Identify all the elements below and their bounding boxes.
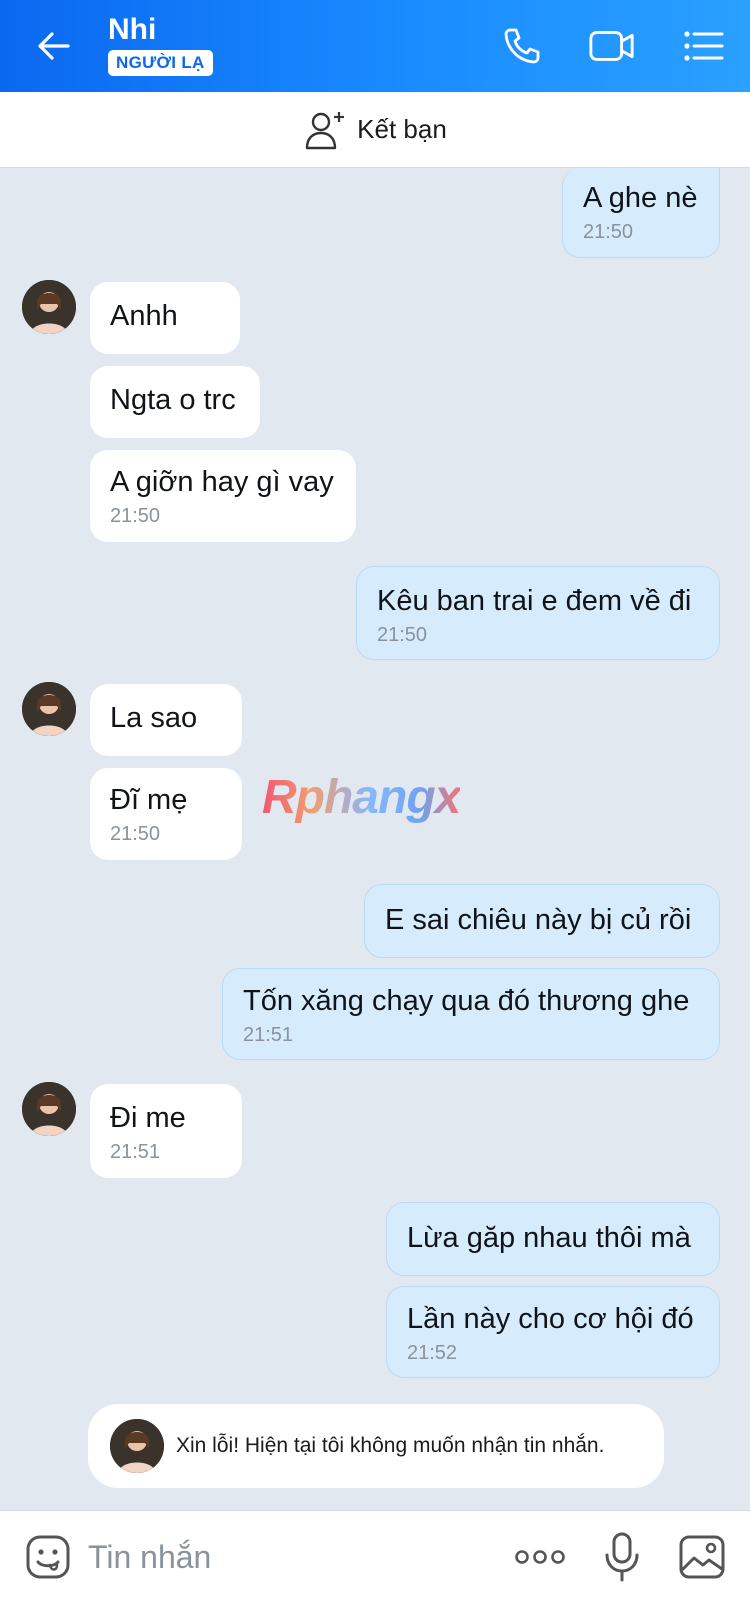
avatar-photo-icon <box>22 280 76 334</box>
back-button[interactable] <box>30 22 78 70</box>
message-text: Lừa găp nhau thôi mà <box>407 1222 691 1254</box>
menu-button[interactable] <box>680 22 728 70</box>
message-text: La sao <box>110 702 198 734</box>
contact-avatar[interactable] <box>22 682 76 736</box>
message-bubble-incoming[interactable]: A giỡn hay gì vay 21:50 <box>90 450 356 542</box>
message-text: Kêu ban trai e đem về đi <box>377 585 692 617</box>
message-text: Lần này cho cơ hội đó <box>407 1303 694 1335</box>
send-image-button[interactable] <box>676 1531 728 1583</box>
contact-avatar[interactable] <box>22 280 76 334</box>
auto-reply-notice: Xin lỗi! Hiện tại tôi không muốn nhận ti… <box>88 1404 664 1488</box>
add-friend-bar[interactable]: Kết bạn <box>0 92 750 168</box>
avatar-photo-icon <box>22 1082 76 1136</box>
message-text: Đĩ mẹ <box>110 784 188 816</box>
message-bubble-outgoing[interactable]: A ghe nè 21:50 <box>562 168 720 258</box>
message-time: 21:50 <box>110 823 161 845</box>
microphone-icon <box>605 1532 639 1582</box>
message-text: A giỡn hay gì vay <box>110 466 334 498</box>
video-camera-icon <box>589 31 634 61</box>
message-input-bar <box>0 1510 750 1600</box>
emoji-icon <box>26 1535 70 1579</box>
message-text: Ngta o trc <box>110 384 236 416</box>
emoji-button[interactable] <box>22 1531 74 1583</box>
message-time: 21:50 <box>110 505 161 527</box>
message-text: E sai chiêu này bị củ rồi <box>385 904 692 936</box>
contact-title[interactable]: Nhi NGƯỜI LẠ <box>108 12 213 76</box>
message-bubble-outgoing[interactable]: E sai chiêu này bị củ rồi <box>364 884 720 958</box>
message-text: Anhh <box>110 300 178 332</box>
message-time: 21:50 <box>377 624 428 646</box>
message-bubble-outgoing[interactable]: Tốn xăng chạy qua đó thương ghe 21:51 <box>222 968 720 1060</box>
message-time: 21:52 <box>407 1342 458 1364</box>
add-user-icon <box>305 111 345 149</box>
arrow-left-icon <box>38 32 70 60</box>
message-time: 21:51 <box>110 1141 161 1163</box>
video-call-button[interactable] <box>588 22 636 70</box>
phone-icon <box>504 28 540 64</box>
message-bubble-incoming[interactable]: La sao <box>90 684 242 756</box>
contact-name: Nhi <box>108 13 157 46</box>
voice-message-button[interactable] <box>596 1531 648 1583</box>
message-input[interactable] <box>88 1533 488 1581</box>
message-bubble-incoming[interactable]: Ngta o trc <box>90 366 260 438</box>
contact-avatar <box>110 1419 164 1473</box>
message-bubble-outgoing[interactable]: Lừa găp nhau thôi mà <box>386 1202 720 1276</box>
message-text: Đi me <box>110 1102 186 1134</box>
message-text: Tốn xăng chạy qua đó thương ghe <box>243 985 690 1017</box>
contact-avatar[interactable] <box>22 1082 76 1136</box>
more-dots-icon <box>515 1550 565 1564</box>
notice-text: Xin lỗi! Hiện tại tôi không muốn nhận ti… <box>176 1434 605 1457</box>
message-bubble-incoming[interactable]: Đĩ mẹ 21:50 <box>90 768 242 860</box>
message-bubble-incoming[interactable]: Đi me 21:51 <box>90 1084 242 1178</box>
image-icon <box>679 1535 725 1579</box>
message-bubble-outgoing[interactable]: Kêu ban trai e đem về đi 21:50 <box>356 566 720 660</box>
list-menu-icon <box>684 31 724 61</box>
message-bubble-incoming[interactable]: Anhh <box>90 282 240 354</box>
chat-header: Nhi NGƯỜI LẠ <box>0 0 750 92</box>
message-time: 21:50 <box>583 221 634 243</box>
message-text: A ghe nè <box>583 182 698 214</box>
stranger-badge: NGƯỜI LẠ <box>108 50 213 76</box>
more-options-button[interactable] <box>514 1531 566 1583</box>
avatar-photo-icon <box>22 682 76 736</box>
message-time: 21:51 <box>243 1024 294 1046</box>
message-bubble-outgoing[interactable]: Lần này cho cơ hội đó 21:52 <box>386 1286 720 1378</box>
watermark: Rphangx <box>262 771 461 824</box>
avatar-photo-icon <box>110 1419 164 1473</box>
add-friend-label: Kết bạn <box>357 114 447 144</box>
call-button[interactable] <box>498 22 546 70</box>
